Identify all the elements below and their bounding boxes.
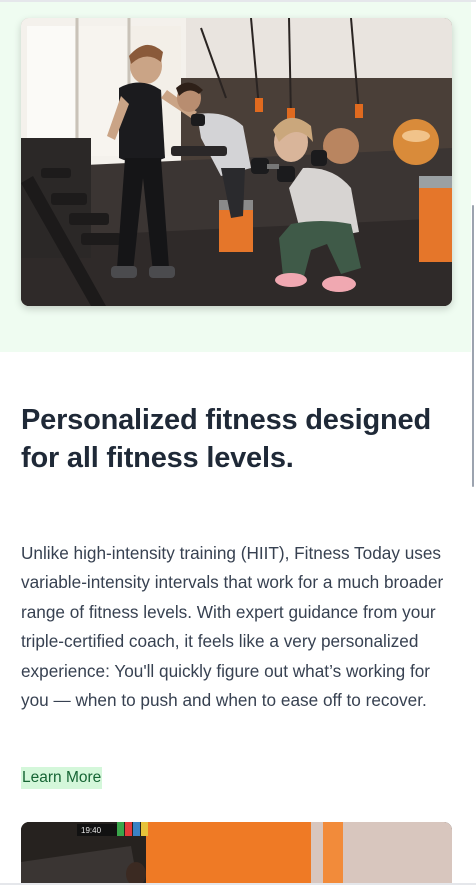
section-heading: Personalized fitness designed for all fi… xyxy=(21,404,431,474)
section-body-text: Unlike high-intensity training (HIIT), F… xyxy=(21,543,444,711)
page: Personalized fitness designed for all fi… xyxy=(0,0,476,885)
secondary-image: 19:40 xyxy=(21,822,452,885)
hero-band xyxy=(0,2,471,352)
clock-readout: 19:40 xyxy=(81,826,102,835)
hero-image xyxy=(21,18,452,306)
scrollbar-thumb[interactable] xyxy=(472,205,474,487)
learn-more-link[interactable]: Learn More xyxy=(21,767,103,789)
